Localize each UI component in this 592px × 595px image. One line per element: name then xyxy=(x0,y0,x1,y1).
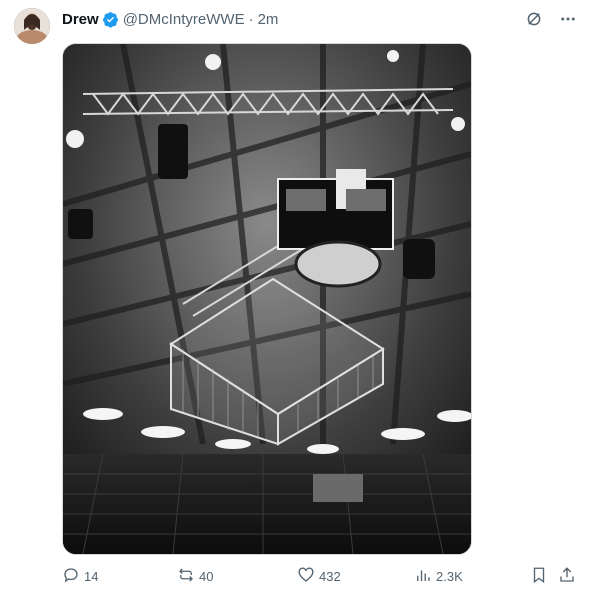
bookmark-icon xyxy=(530,566,548,587)
reply-icon xyxy=(62,566,80,587)
tweet-photo[interactable] xyxy=(62,43,472,555)
share-button[interactable] xyxy=(558,566,576,587)
repost-button[interactable]: 40 xyxy=(177,566,213,587)
more-icon[interactable] xyxy=(558,9,578,29)
views-icon xyxy=(414,566,432,587)
like-button[interactable]: 432 xyxy=(297,566,341,587)
author-handle[interactable]: @DMcIntyreWWE xyxy=(123,11,245,28)
verified-badge-icon xyxy=(102,11,119,28)
views-button[interactable]: 2.3K xyxy=(414,566,463,587)
bookmark-button[interactable] xyxy=(530,566,548,587)
repost-count: 40 xyxy=(199,568,214,584)
avatar[interactable] xyxy=(14,8,50,44)
separator-dot: · xyxy=(248,10,254,28)
repost-icon xyxy=(177,566,195,587)
author-name[interactable]: Drew xyxy=(62,11,99,28)
reply-count: 14 xyxy=(84,568,99,584)
reply-button[interactable]: 14 xyxy=(62,566,98,587)
tweet-header: Drew @DMcIntyreWWE · 2m xyxy=(62,9,578,29)
tweet-actions: 14 40 432 2.3K xyxy=(62,565,578,587)
grok-icon[interactable] xyxy=(524,9,544,29)
timestamp[interactable]: 2m xyxy=(258,11,279,28)
like-icon xyxy=(297,566,315,587)
views-count: 2.3K xyxy=(436,568,463,584)
like-count: 432 xyxy=(319,568,341,584)
share-icon xyxy=(558,566,576,587)
